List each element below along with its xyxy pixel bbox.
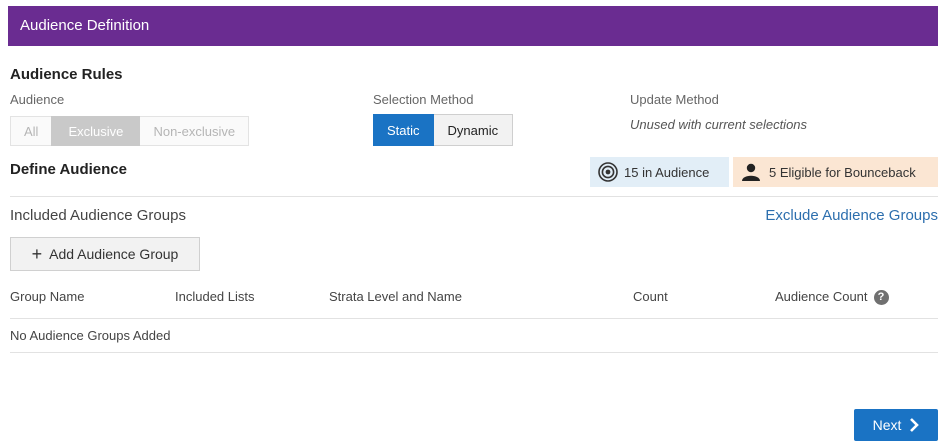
in-audience-badge: 15 in Audience xyxy=(590,157,729,187)
next-button[interactable]: Next xyxy=(854,409,938,441)
selection-option-static[interactable]: Static xyxy=(373,114,434,146)
selection-method-label: Selection Method xyxy=(373,92,474,107)
audience-count-label: Audience Count xyxy=(775,289,868,304)
column-strata-level[interactable]: Strata Level and Name xyxy=(329,289,462,304)
plus-icon: + xyxy=(31,244,43,264)
column-included-lists[interactable]: Included Lists xyxy=(175,289,255,304)
in-audience-text: 15 in Audience xyxy=(624,164,710,180)
selection-method-control: Static Dynamic xyxy=(373,114,514,146)
add-audience-group-label: Add Audience Group xyxy=(49,246,179,262)
included-groups-title: Included Audience Groups xyxy=(10,207,186,224)
exclude-audience-groups-link[interactable]: Exclude Audience Groups xyxy=(765,207,938,224)
target-icon xyxy=(598,162,618,182)
audience-label: Audience xyxy=(10,92,65,107)
define-audience-title: Define Audience xyxy=(10,161,127,178)
section-divider xyxy=(10,196,938,197)
bounceback-badge: 5 Eligible for Bounceback xyxy=(733,157,938,187)
user-icon xyxy=(741,163,761,181)
help-icon[interactable]: ? xyxy=(873,290,889,306)
update-method-value: Unused with current selections xyxy=(630,117,808,132)
table-header-divider xyxy=(10,318,938,319)
audience-segmented-control: All Exclusive Non-exclusive xyxy=(10,116,250,146)
audience-rules-title: Audience Rules xyxy=(10,66,123,83)
table-bottom-divider xyxy=(10,352,938,353)
audience-option-non-exclusive[interactable]: Non-exclusive xyxy=(140,116,250,146)
chevron-right-icon xyxy=(909,418,920,432)
page-header: Audience Definition xyxy=(8,6,938,46)
empty-table-message: No Audience Groups Added xyxy=(10,328,171,343)
page-title: Audience Definition xyxy=(20,17,150,34)
update-method-label: Update Method xyxy=(630,92,719,107)
column-count[interactable]: Count xyxy=(633,289,668,304)
bounceback-text: 5 Eligible for Bounceback xyxy=(769,164,916,180)
column-audience-count[interactable]: Audience Count? xyxy=(775,289,889,306)
add-audience-group-button[interactable]: + Add Audience Group xyxy=(10,237,200,271)
column-group-name[interactable]: Group Name xyxy=(10,289,84,304)
audience-option-all[interactable]: All xyxy=(10,116,52,146)
next-label: Next xyxy=(872,417,902,433)
selection-option-dynamic[interactable]: Dynamic xyxy=(433,114,514,146)
audience-option-exclusive[interactable]: Exclusive xyxy=(51,116,141,146)
